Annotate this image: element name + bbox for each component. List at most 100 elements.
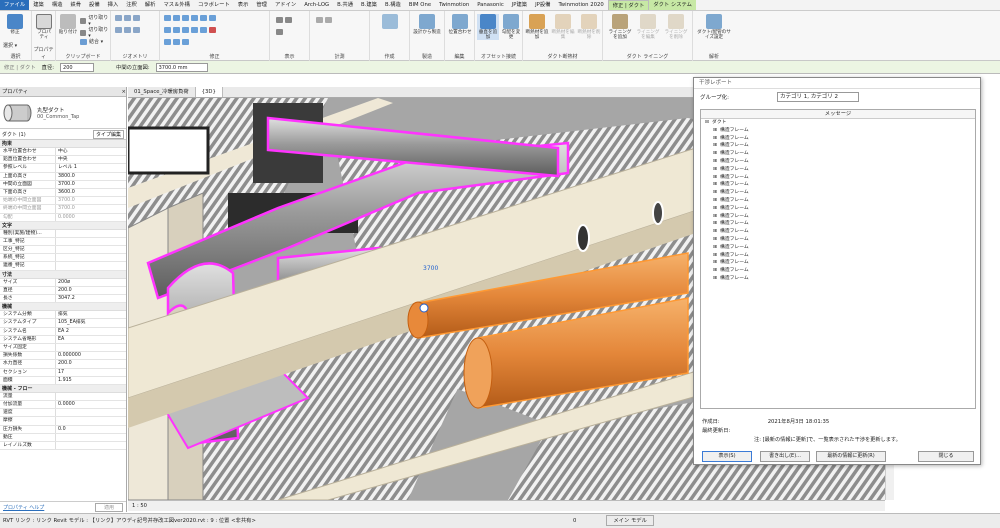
tree-item[interactable]: ⊞ 構造フレーム xyxy=(701,205,975,213)
edit-insulation-button[interactable]: 断熱材を編集 xyxy=(551,14,575,40)
view-tools[interactable] xyxy=(276,17,292,23)
property-value[interactable]: 0.0000 xyxy=(56,214,126,221)
menu-tab[interactable]: 管理 xyxy=(252,0,271,10)
geometry-tools-row1[interactable] xyxy=(115,15,140,21)
tree-item[interactable]: ⊞ 構造フレーム xyxy=(701,181,975,189)
justify-button[interactable]: 位置合わせ xyxy=(446,14,474,35)
expand-icon[interactable]: ⊞ xyxy=(713,205,717,213)
measure-tools[interactable] xyxy=(316,17,332,23)
property-value[interactable]: 200ø xyxy=(56,279,126,286)
property-value[interactable]: 200.0 xyxy=(56,360,126,367)
expand-icon[interactable]: ⊞ xyxy=(713,135,717,143)
tree-item[interactable]: ⊞ 構造フレーム xyxy=(701,236,975,244)
expand-icon[interactable]: ⊞ xyxy=(713,181,717,189)
menu-tab[interactable]: 設備 xyxy=(85,0,104,10)
modify-tools-row1[interactable] xyxy=(164,15,216,21)
expand-icon[interactable]: ⊞ xyxy=(713,189,717,197)
property-value[interactable] xyxy=(56,409,126,416)
property-value[interactable]: 3800.0 xyxy=(56,173,126,180)
menu-tab[interactable]: JP設備 xyxy=(531,0,554,10)
property-value[interactable] xyxy=(56,417,126,424)
join-button[interactable]: 結合 ▾ xyxy=(80,38,103,45)
expand-icon[interactable]: ⊞ xyxy=(713,252,717,260)
menu-tab[interactable]: B.構造 xyxy=(381,0,405,10)
menu-tab[interactable]: Twinmotion xyxy=(435,0,473,10)
menu-tab[interactable]: 構造 xyxy=(48,0,67,10)
expand-icon[interactable]: ⊞ xyxy=(713,150,717,158)
property-value[interactable]: 排気 xyxy=(56,311,126,318)
properties-section-header[interactable]: 拘束 xyxy=(0,140,126,148)
modify-button[interactable]: 修正 xyxy=(4,14,26,35)
menu-tab[interactable]: Arch-LOG xyxy=(300,0,333,10)
property-value[interactable]: 3700.0 xyxy=(56,197,126,204)
property-value[interactable] xyxy=(56,442,126,449)
property-value[interactable]: 3700.0 xyxy=(56,181,126,188)
expand-icon[interactable]: ⊞ xyxy=(713,220,717,228)
tree-item[interactable]: ⊞ 構造フレーム xyxy=(701,174,975,182)
tree-item[interactable]: ⊞ 構造フレーム xyxy=(701,135,975,143)
expand-icon[interactable]: ⊞ xyxy=(713,142,717,150)
menu-tab[interactable]: コラボレート xyxy=(194,0,234,10)
design-option-select[interactable]: メイン モデル xyxy=(606,515,654,526)
properties-section-header[interactable]: 文字 xyxy=(0,221,126,230)
tree-item[interactable]: ⊞ 構造フレーム xyxy=(701,213,975,221)
menu-tab[interactable]: マス＆外構 xyxy=(159,0,194,10)
property-value[interactable]: 105_EA排気 xyxy=(56,319,126,326)
menu-tab[interactable]: 注釈 xyxy=(122,0,141,10)
property-value[interactable]: 0.0000 xyxy=(56,401,126,408)
property-value[interactable] xyxy=(56,254,126,261)
close-icon[interactable]: × xyxy=(122,87,126,96)
property-value[interactable]: 200.0 xyxy=(56,287,126,294)
menu-tab[interactable]: 解析 xyxy=(141,0,160,10)
instance-filter[interactable]: ダクト (1) xyxy=(2,131,26,138)
tree-item[interactable]: ⊞ 構造フレーム xyxy=(701,252,975,260)
select-dropdown[interactable]: 選択 ▾ xyxy=(3,42,17,49)
paste-button[interactable]: 貼り付け xyxy=(58,14,78,35)
diameter-select[interactable]: 200 xyxy=(60,62,95,72)
property-value[interactable]: 0.0 xyxy=(56,426,126,433)
property-value[interactable] xyxy=(56,344,126,351)
tree-item[interactable]: ⊞ 構造フレーム xyxy=(701,228,975,236)
expand-icon[interactable]: ⊞ xyxy=(713,213,717,221)
edit-type-button[interactable]: タイプ編集 xyxy=(92,129,124,139)
menu-tab[interactable]: 挿入 xyxy=(104,0,123,10)
properties-section-header[interactable]: 寸法 xyxy=(0,270,126,279)
remove-lining-button[interactable]: ライニングを削除 xyxy=(663,14,689,40)
type-selector[interactable]: 丸型ダクト 00_Common_Tap xyxy=(0,97,126,129)
tree-item[interactable]: ⊞ 構造フレーム xyxy=(701,220,975,228)
property-value[interactable]: 0.000000 xyxy=(56,352,126,359)
modify-tools-row3[interactable] xyxy=(164,39,189,45)
expand-icon[interactable]: ⊞ xyxy=(713,158,717,166)
menu-tab[interactable]: 表示 xyxy=(234,0,253,10)
menu-tab[interactable]: Panasonic xyxy=(473,0,508,10)
property-value[interactable]: 3700.0 xyxy=(56,205,126,212)
show-button[interactable]: 表示(S) xyxy=(702,451,752,462)
expand-icon[interactable]: ⊞ xyxy=(713,275,717,283)
drag-handle-icon[interactable] xyxy=(419,303,429,313)
properties-help-link[interactable]: プロパティ ヘルプ xyxy=(3,504,44,511)
tree-item[interactable]: ⊞ 構造フレーム xyxy=(701,259,975,267)
tree-item[interactable]: ⊞ 構造フレーム xyxy=(701,189,975,197)
add-lining-button[interactable]: ライニングを追加 xyxy=(607,14,633,40)
tree-item[interactable]: ⊞ 構造フレーム xyxy=(701,158,975,166)
remove-insulation-button[interactable]: 断熱材を削除 xyxy=(577,14,601,40)
change-slope-button[interactable]: 勾配を変更 xyxy=(500,14,522,40)
tree-item[interactable]: ⊞ 構造フレーム xyxy=(701,166,975,174)
refresh-button[interactable]: 最新の情報に更新(R) xyxy=(816,451,886,462)
expand-icon[interactable]: ⊞ xyxy=(713,166,717,174)
expand-icon[interactable]: ⊞ xyxy=(713,259,717,267)
export-button[interactable]: 書き出し(E)... xyxy=(760,451,810,462)
menu-tab[interactable]: BIM One xyxy=(405,0,435,10)
add-insulation-button[interactable]: 断熱材を追加 xyxy=(525,14,549,40)
geometry-tools-row2[interactable] xyxy=(115,27,140,33)
property-value[interactable] xyxy=(56,238,126,245)
properties-section-header[interactable]: 機械 - フロー xyxy=(0,384,126,393)
expand-icon[interactable]: ⊞ xyxy=(713,197,717,205)
expand-icon[interactable]: ⊞ xyxy=(713,267,717,275)
tree-item[interactable]: ⊞ 構造フレーム xyxy=(701,275,975,283)
tree-item[interactable]: ⊞ 構造フレーム xyxy=(701,244,975,252)
tree-root[interactable]: ⊟ ダクト xyxy=(701,119,975,127)
modify-tools-row2[interactable] xyxy=(164,27,216,33)
menu-tab[interactable]: B.建築 xyxy=(357,0,381,10)
close-button[interactable]: 閉じる xyxy=(918,451,974,462)
